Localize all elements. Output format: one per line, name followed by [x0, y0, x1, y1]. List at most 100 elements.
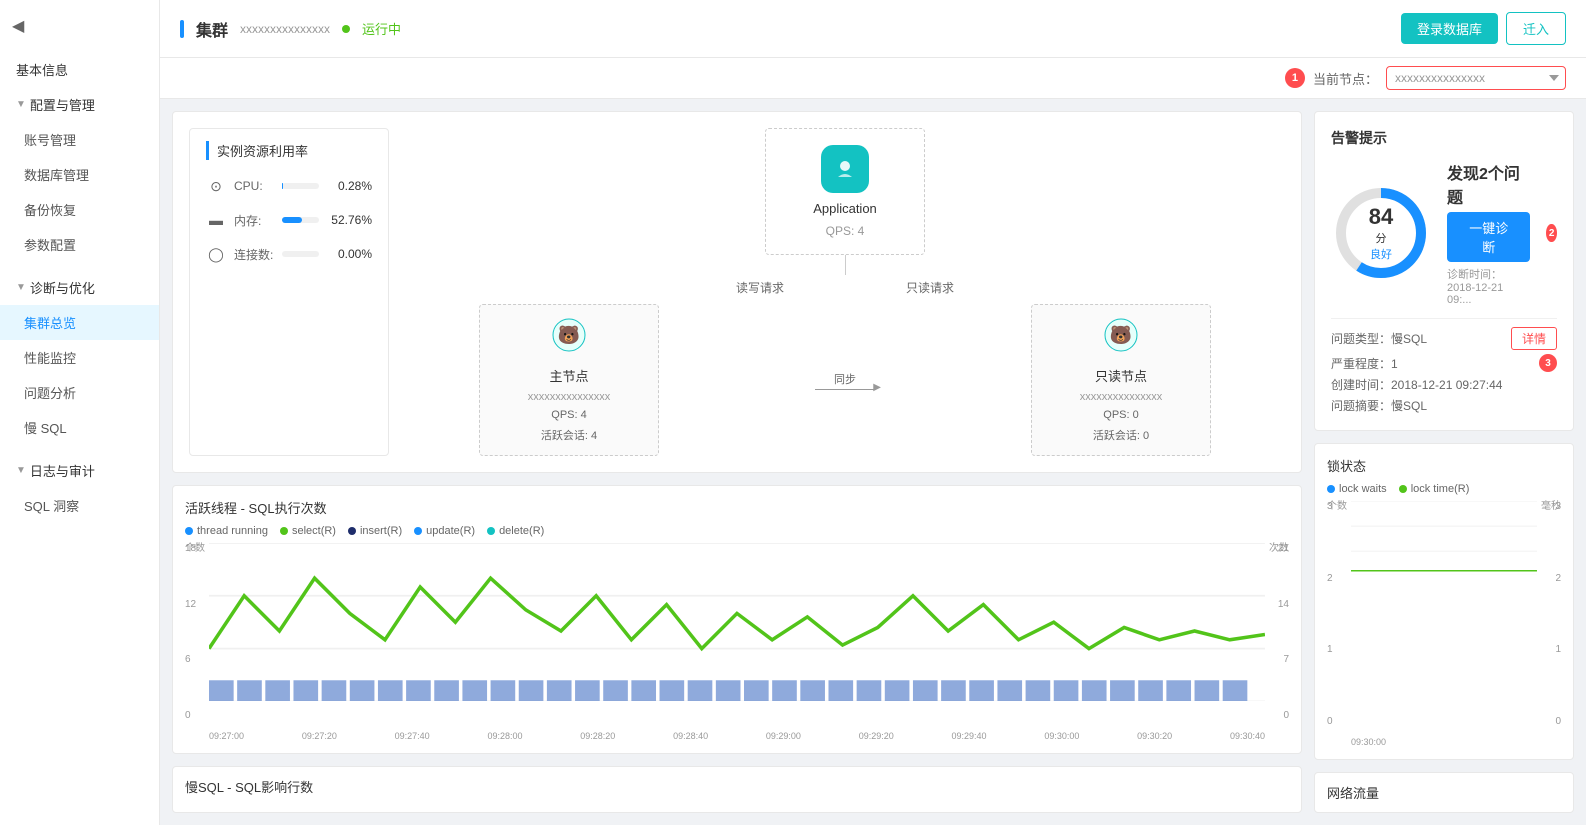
legend-select: select(R) — [280, 525, 336, 537]
lock-x-labels: 09:30:00 — [1351, 737, 1537, 747]
diagnose-time: 诊断时间： 2018-12-21 09:... — [1447, 266, 1530, 306]
svg-text:🐻: 🐻 — [558, 324, 580, 345]
create-time-label: 创建时间：2018-12-21 09:27:44 — [1331, 376, 1502, 393]
create-time-row: 创建时间：2018-12-21 09:27:44 — [1331, 376, 1557, 393]
header-left: 集群 xxxxxxxxxxxxxxx 运行中 — [180, 17, 401, 41]
master-node: 🐻 主节点 xxxxxxxxxxxxxxx QPS: 4 活跃会话: 4 — [479, 304, 659, 456]
alert-card: 告警提示 84 分 良好 — [1314, 111, 1574, 431]
legend-dot-select — [280, 527, 288, 535]
lock-title: 锁状态 — [1327, 456, 1561, 475]
node-select[interactable]: xxxxxxxxxxxxxxx — [1386, 66, 1566, 90]
legend-dot-lock-time — [1399, 485, 1407, 493]
legend-dot-delete — [487, 527, 495, 535]
donut-chart: 84 分 良好 — [1331, 183, 1431, 283]
donut-unit: 分 — [1369, 230, 1393, 246]
cpu-item: ⊙ CPU: 0.28% — [206, 176, 372, 196]
diagnose-button[interactable]: 一键诊断 — [1447, 212, 1530, 262]
memory-item: ▬ 内存: 52.76% — [206, 210, 372, 230]
sidebar: ◀ 基本信息 ▼ 配置与管理 账号管理 数据库管理 备份恢复 参数配置 ▼ 诊断… — [0, 0, 160, 825]
legend-dot-insert — [348, 527, 356, 535]
sync-label: 同步 — [834, 371, 856, 387]
main-content: 集群 xxxxxxxxxxxxxxx 运行中 登录数据库 迁入 1 当前节点： … — [160, 0, 1586, 825]
sidebar-item-backup[interactable]: 备份恢复 — [0, 192, 159, 227]
header-title-bar — [180, 20, 184, 38]
sidebar-item-param[interactable]: 参数配置 — [0, 227, 159, 262]
read-only-label: 只读请求 — [906, 279, 954, 296]
app-node: Application QPS: 4 — [765, 128, 925, 255]
sidebar-item-sql-insight[interactable]: SQL 洞察 — [0, 488, 159, 523]
legend-dot-lock-waits — [1327, 485, 1335, 493]
read-write-label: 读写请求 — [736, 279, 784, 296]
sidebar-item-issues[interactable]: 问题分析 — [0, 375, 159, 410]
legend-update: update(R) — [414, 525, 475, 537]
sidebar-diagnosis[interactable]: ▼ 诊断与优化 — [0, 270, 159, 305]
donut-score: 84 — [1369, 204, 1393, 230]
memory-bar-fill — [282, 217, 302, 223]
issue-type-label: 问题类型：慢SQL — [1331, 330, 1427, 347]
alert-issues-title: 发现2个问题 — [1447, 160, 1530, 208]
cpu-value: 0.28% — [327, 179, 372, 193]
svg-text:🐻: 🐻 — [1110, 324, 1132, 345]
cpu-bar — [282, 183, 319, 189]
node-label: 当前节点： — [1313, 69, 1378, 88]
alert-issues: 发现2个问题 一键诊断 诊断时间： 2018-12-21 09:... — [1447, 160, 1530, 306]
readonly-node-sessions: 活跃会话: 0 — [1093, 427, 1149, 443]
readonly-node-title: 只读节点 — [1095, 366, 1147, 385]
active-threads-chart-area: 个数 次数 181260 211470 — [185, 543, 1289, 741]
charts-row: 活跃线程 - SQL执行次数 thread running select(R) — [172, 485, 1302, 754]
cpu-icon: ⊙ — [206, 176, 226, 196]
sidebar-item-slow-sql[interactable]: 慢 SQL — [0, 410, 159, 445]
db-nodes-row: 🐻 主节点 xxxxxxxxxxxxxxx QPS: 4 活跃会话: 4 同步 — [405, 304, 1285, 456]
connections-bar — [282, 251, 319, 257]
topology-card: 实例资源利用率 ⊙ CPU: 0.28% ▬ 内存: — [172, 111, 1302, 473]
enter-button[interactable]: 迁入 — [1506, 12, 1566, 45]
connections-icon: ◯ — [206, 244, 226, 264]
detail-button[interactable]: 详情 — [1511, 327, 1557, 350]
master-node-sessions: 活跃会话: 4 — [541, 427, 597, 443]
active-threads-title: 活跃线程 - SQL执行次数 — [185, 498, 1289, 517]
sidebar-log-audit[interactable]: ▼ 日志与审计 — [0, 453, 159, 488]
y-right-labels: 211470 — [1278, 543, 1289, 721]
lock-chart-area: 个数 毫秒 3210 3210 — [1327, 501, 1561, 747]
sidebar-toggle[interactable]: ◀ — [0, 0, 159, 52]
bottom-labels-row: 慢SQL - SQL影响行数 — [172, 766, 1302, 813]
x-labels: 09:27:00 09:27:20 09:27:40 09:28:00 09:2… — [209, 731, 1265, 741]
login-db-button[interactable]: 登录数据库 — [1401, 13, 1498, 44]
donut-center: 84 分 良好 — [1369, 204, 1393, 262]
lock-state-card: 锁状态 lock waits lock time(R) 个数 毫秒 32 — [1314, 443, 1574, 760]
cpu-label: CPU: — [234, 179, 274, 193]
sidebar-item-database[interactable]: 数据库管理 — [0, 157, 159, 192]
readonly-node-ip: xxxxxxxxxxxxxxx — [1080, 391, 1163, 403]
legend-insert: insert(R) — [348, 525, 402, 537]
badge-1: 1 — [1285, 68, 1305, 88]
alert-title: 告警提示 — [1331, 128, 1557, 148]
severity-label: 严重程度：1 — [1331, 355, 1398, 372]
memory-bar — [282, 217, 319, 223]
app-qps: QPS: 4 — [826, 224, 865, 238]
sidebar-item-account[interactable]: 账号管理 — [0, 122, 159, 157]
sidebar-item-performance[interactable]: 性能监控 — [0, 340, 159, 375]
network-label: 网络流量 — [1327, 786, 1379, 801]
lock-svg — [1351, 501, 1537, 575]
legend-lock-waits: lock waits — [1327, 483, 1387, 495]
issue-summary-label: 问题摘要：慢SQL — [1331, 397, 1427, 414]
active-threads-legend: thread running select(R) insert(R) — [185, 525, 1289, 537]
network-card: 网络流量 — [1314, 772, 1574, 813]
active-threads-chart: 活跃线程 - SQL执行次数 thread running select(R) — [172, 485, 1302, 754]
header: 集群 xxxxxxxxxxxxxxx 运行中 登录数据库 迁入 — [160, 0, 1586, 58]
node-selector-row: 1 当前节点： xxxxxxxxxxxxxxx — [160, 58, 1586, 99]
sidebar-item-cluster-overview[interactable]: 集群总览 — [0, 305, 159, 340]
legend-thread-running: thread running — [185, 525, 268, 537]
sync-line — [815, 389, 875, 390]
lock-y-right: 3210 — [1555, 501, 1561, 727]
legend-lock-time: lock time(R) — [1399, 483, 1470, 495]
legend-dot-update — [414, 527, 422, 535]
sidebar-config-management[interactable]: ▼ 配置与管理 — [0, 87, 159, 122]
issue-type-row: 问题类型：慢SQL 详情 — [1331, 327, 1557, 350]
connections-item: ◯ 连接数: 0.00% — [206, 244, 372, 264]
readonly-node-qps: QPS: 0 — [1103, 409, 1138, 421]
sidebar-basic-info[interactable]: 基本信息 — [0, 52, 159, 87]
slow-sql-label: 慢SQL - SQL影响行数 — [185, 777, 313, 796]
lock-legend: lock waits lock time(R) — [1327, 483, 1561, 495]
page-title: 集群 — [196, 17, 228, 41]
